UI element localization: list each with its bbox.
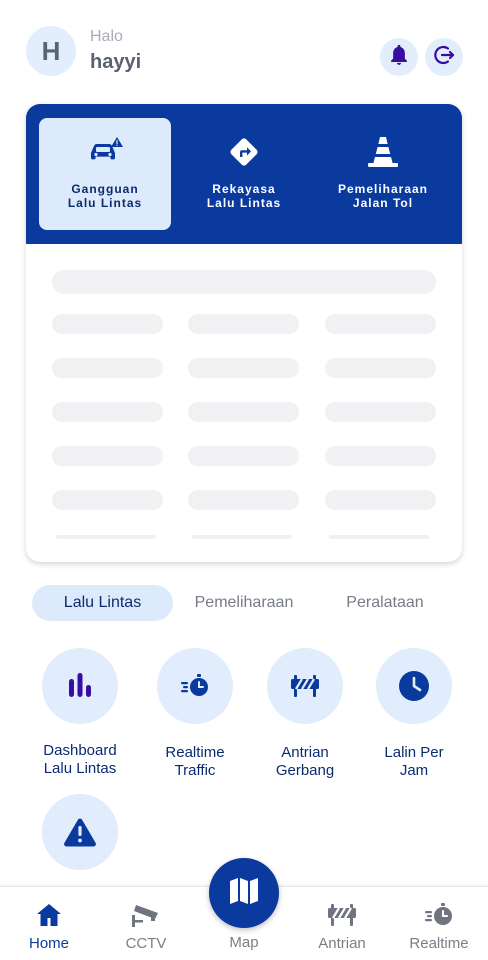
- skeleton-cell: [325, 402, 436, 422]
- category-label: Pemeliharaan Jalan Tol: [337, 182, 429, 210]
- skeleton-cell: [52, 490, 163, 510]
- menu-label: Antrian Gerbang: [275, 744, 335, 779]
- menu-label: Lalin Per Jam: [384, 744, 444, 779]
- map-icon: [228, 876, 260, 911]
- cctv-icon: [130, 901, 162, 929]
- skeleton-title: [52, 270, 436, 294]
- skeleton-cell: [188, 490, 299, 510]
- clock-icon: [376, 648, 452, 724]
- skeleton-cell: [329, 535, 429, 539]
- bell-icon: [388, 43, 410, 72]
- traffic-cone-icon: [363, 134, 403, 170]
- barrier-icon: [327, 901, 357, 929]
- logout-icon: [432, 43, 456, 72]
- menu-label: Realtime Traffic: [165, 744, 225, 779]
- category-gangguan[interactable]: Gangguan Lalu Lintas: [39, 118, 171, 230]
- skeleton-cell: [52, 446, 163, 466]
- skeleton-cell: [325, 446, 436, 466]
- avatar-initial: H: [41, 35, 61, 66]
- skeleton-cell: [188, 358, 299, 378]
- category-label: Gangguan Lalu Lintas: [67, 182, 143, 210]
- notification-button[interactable]: [380, 38, 418, 76]
- bar-chart-icon: [42, 648, 118, 724]
- avatar[interactable]: H: [26, 26, 76, 76]
- menu-lalin-per-jam[interactable]: Lalin Per Jam: [364, 648, 464, 780]
- menu-warning[interactable]: [30, 794, 130, 870]
- skeleton-cell: [188, 314, 299, 334]
- nav-realtime[interactable]: Realtime: [394, 901, 484, 952]
- category-rekayasa[interactable]: Rekayasa Lalu Lintas: [178, 118, 310, 230]
- skeleton-cell: [52, 314, 163, 334]
- nav-label: Home: [28, 935, 69, 952]
- skeleton-cell: [188, 402, 299, 422]
- incident-card: Gangguan Lalu Lintas Rekayasa Lalu Linta…: [26, 104, 462, 562]
- warning-icon: [42, 794, 118, 870]
- barrier-icon: [267, 648, 343, 724]
- category-pemeliharaan[interactable]: Pemeliharaan Jalan Tol: [317, 118, 449, 230]
- skeleton-cell: [192, 535, 292, 539]
- nav-cctv[interactable]: CCTV: [101, 901, 191, 952]
- nav-label-map[interactable]: Map: [209, 934, 279, 951]
- detour-sign-icon: [224, 134, 264, 170]
- menu-dashboard-lalu-lintas[interactable]: Dashboard Lalu Lintas: [30, 648, 130, 778]
- skeleton-cell: [56, 535, 156, 539]
- tab-peralataan[interactable]: Peralataan: [325, 585, 445, 621]
- nav-label: Antrian: [318, 935, 366, 952]
- skeleton-cell: [188, 446, 299, 466]
- username-text: hayyi: [90, 51, 142, 73]
- skeleton-cell: [325, 490, 436, 510]
- nav-label: CCTV: [125, 935, 167, 952]
- logout-button[interactable]: [425, 38, 463, 76]
- skeleton-cell: [325, 358, 436, 378]
- skeleton-cell: [52, 358, 163, 378]
- skeleton-cell: [325, 314, 436, 334]
- category-label: Rekayasa Lalu Lintas: [206, 182, 282, 210]
- menu-antrian-gerbang[interactable]: Antrian Gerbang: [255, 648, 355, 780]
- greeting-text: Halo: [90, 28, 123, 45]
- tab-lalu-lintas[interactable]: Lalu Lintas: [32, 585, 173, 621]
- skeleton-cell: [52, 402, 163, 422]
- stopwatch-speed-icon: [424, 901, 454, 929]
- map-fab-button[interactable]: [209, 858, 279, 928]
- menu-realtime-traffic[interactable]: Realtime Traffic: [145, 648, 245, 780]
- car-warning-icon: [85, 134, 125, 170]
- category-header: Gangguan Lalu Lintas Rekayasa Lalu Linta…: [26, 104, 462, 244]
- nav-home[interactable]: Home: [4, 901, 94, 952]
- home-icon: [35, 901, 63, 929]
- nav-antrian[interactable]: Antrian: [297, 901, 387, 952]
- tab-pemeliharaan[interactable]: Pemeliharaan: [180, 585, 308, 621]
- stopwatch-speed-icon: [157, 648, 233, 724]
- nav-label: Realtime: [409, 935, 469, 952]
- menu-label: Dashboard Lalu Lintas: [43, 742, 117, 777]
